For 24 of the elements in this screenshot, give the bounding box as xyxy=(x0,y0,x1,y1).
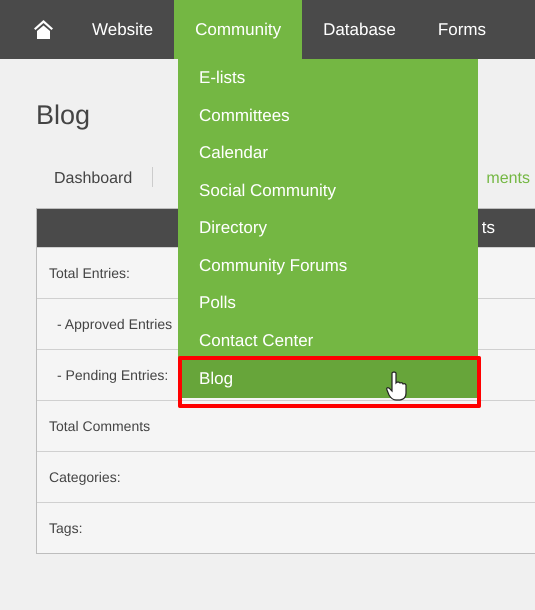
menu-item[interactable]: Calendar xyxy=(178,134,478,172)
menu-item[interactable]: Contact Center xyxy=(178,322,478,359)
table-cell-text: Categories: xyxy=(49,468,121,487)
nav-tab[interactable]: Database xyxy=(302,0,417,59)
menu-item[interactable]: Committees xyxy=(178,96,478,134)
menu-item[interactable]: Polls xyxy=(178,284,478,322)
table-cell-text: Total Entries: xyxy=(49,264,130,282)
tab-link[interactable]: ments xyxy=(486,167,530,191)
table-cell-text: - Pending Entries: xyxy=(57,366,168,385)
table-cell-text: Total Comments xyxy=(49,416,150,436)
menu-item[interactable]: E-lists xyxy=(178,59,478,96)
home-icon xyxy=(32,19,54,40)
menu-item[interactable]: Social Community xyxy=(178,172,478,209)
menu-item[interactable]: Community Forums xyxy=(178,246,478,284)
menu-item[interactable]: Directory xyxy=(178,209,478,246)
nav-tab[interactable]: Community xyxy=(174,0,302,59)
nav-tab[interactable]: Forms xyxy=(416,0,508,59)
table-header: ts xyxy=(482,217,495,240)
table-cell-text: Tags: xyxy=(49,518,82,538)
tab-link[interactable]: Dashboard xyxy=(54,167,132,191)
hand-pointer-icon xyxy=(386,371,408,401)
table-cell-text: - Approved Entries xyxy=(57,314,172,334)
page-title: Blog xyxy=(36,99,90,132)
nav-tab[interactable]: Website xyxy=(71,0,174,59)
